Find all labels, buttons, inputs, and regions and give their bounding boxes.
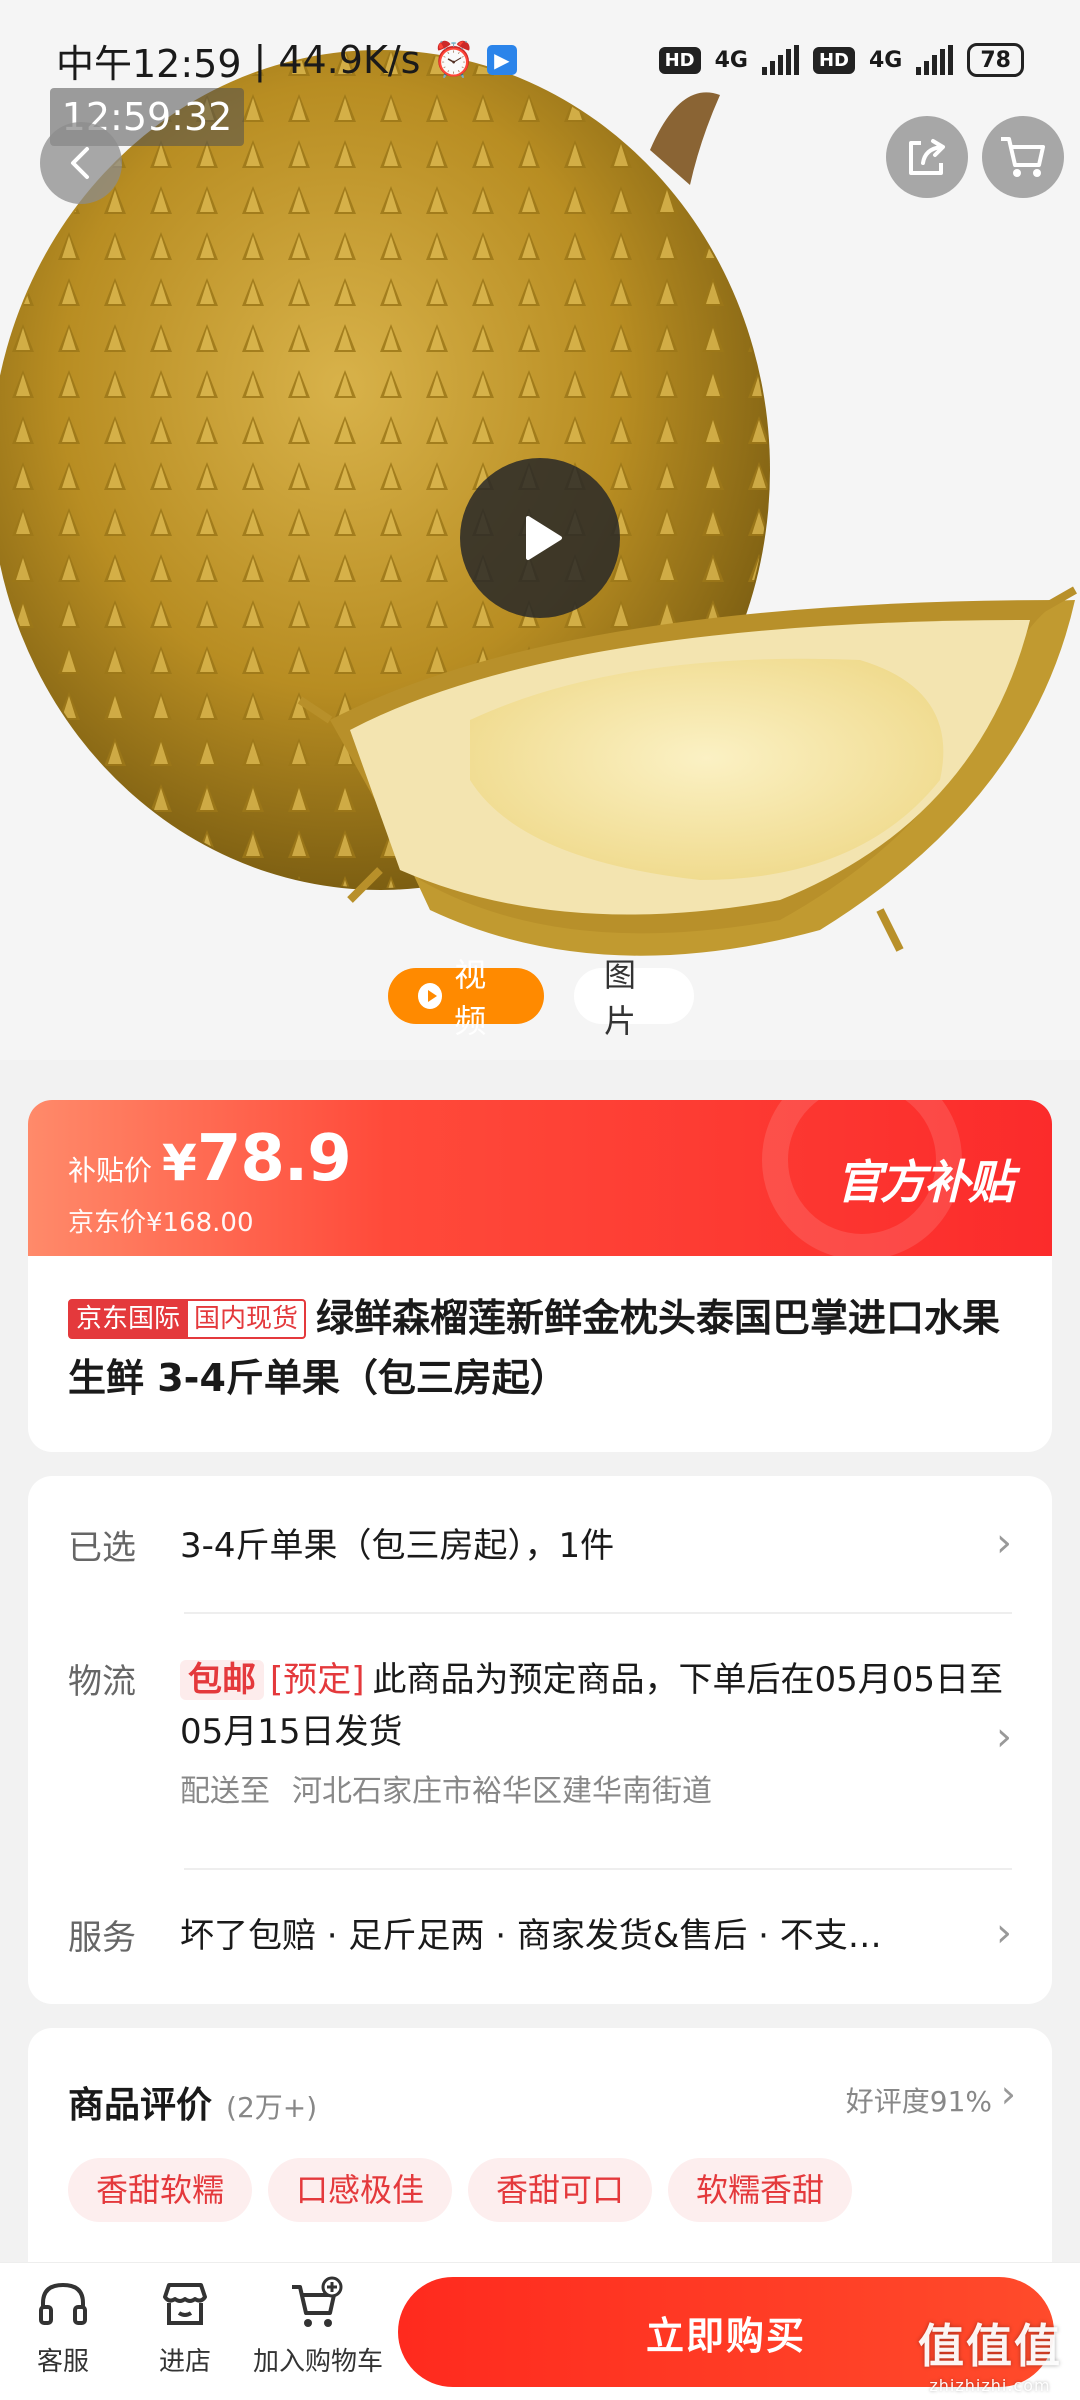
review-tag[interactable]: 口感极佳 <box>268 2158 453 2222</box>
price-label: 补贴价 <box>68 1154 153 1187</box>
site-watermark: 值值值 zhizhizhi.com <box>918 2310 1062 2395</box>
network-type-label-2: 4G <box>869 47 903 73</box>
service-label: 服务 <box>68 1918 136 1958</box>
reviews-title: 商品评价 <box>68 2085 213 2126</box>
price-currency: ¥ <box>162 1134 197 1192</box>
status-time: 中午12:59 <box>56 41 242 86</box>
product-gallery[interactable]: 中午12:59 | 44.9K/s ⏰ ▶ HD 4G HD 4G 78 12:… <box>0 0 1080 1060</box>
share-button[interactable] <box>886 116 968 198</box>
chevron-left-icon <box>71 147 89 179</box>
watermark-domain: zhizhizhi.com <box>929 2376 1051 2395</box>
service-text: 坏了包赔 · 足斤足两 · 商家发货&售后 · 不支… <box>180 1916 882 1956</box>
chevron-right-icon: › <box>996 1520 1012 1566</box>
selected-value: 3-4斤单果（包三房起），1件 <box>180 1526 615 1566</box>
add-to-cart-button[interactable]: 加入购物车 <box>248 2275 388 2378</box>
price-value: 78.9 <box>196 1122 352 1196</box>
net-speed: 44.9K/s <box>278 38 421 82</box>
play-icon <box>526 516 562 560</box>
logistics-label: 物流 <box>68 1662 136 1702</box>
selected-spec-row[interactable]: 已选 3-4斤单果（包三房起），1件 › <box>68 1520 1012 1572</box>
media-tabs: 视频 图片 <box>388 956 694 1040</box>
add-to-cart-label: 加入购物车 <box>252 2347 383 2377</box>
back-button[interactable] <box>40 122 122 204</box>
customer-service-label: 客服 <box>36 2347 89 2377</box>
official-subsidy-logo: 官方补贴 <box>836 1155 1014 1209</box>
review-tags: 香甜软糯 口感极佳 香甜可口 软糯香甜 <box>68 2158 853 2222</box>
reviews-card[interactable]: 商品评价 (2万+) 好评度91% › 香甜软糯 口感极佳 香甜可口 软糯香甜 <box>28 2028 1052 2288</box>
signal-icon-2 <box>916 45 954 75</box>
chevron-right-icon: › <box>996 1910 1012 1956</box>
divider <box>184 1868 1012 1870</box>
headset-icon <box>39 2282 87 2325</box>
add-cart-icon <box>292 2276 343 2327</box>
presale-tag: [预定] <box>270 1660 365 1700</box>
price-banner: 补贴价 ¥ 78.9 京东价¥168.00 官方补贴 <box>28 1100 1052 1256</box>
tab-photo-label: 图片 <box>604 956 637 1040</box>
reviews-header: 商品评价 (2万+) <box>68 2076 317 2128</box>
hd-voice-icon-2: HD <box>812 46 855 74</box>
ship-to-label: 配送至 <box>180 1774 270 1809</box>
cart-button[interactable] <box>982 116 1064 198</box>
enter-store-button[interactable]: 进店 <box>120 2275 250 2378</box>
review-tag[interactable]: 软糯香甜 <box>668 2158 853 2222</box>
positive-rate: 好评度91% <box>845 2085 992 2118</box>
store-icon <box>163 2283 207 2325</box>
product-title: 京东国际 国内现货 绿鲜森榴莲新鲜金枕头泰国巴掌进口水果生鲜 3-4斤单果（包三房起… <box>68 1288 1012 1408</box>
product-title-card: 京东国际 国内现货 绿鲜森榴莲新鲜金枕头泰国巴掌进口水果生鲜 3-4斤单果（包三房起… <box>28 1256 1052 1452</box>
play-video-button[interactable] <box>460 458 620 618</box>
customer-service-button[interactable]: 客服 <box>0 2275 128 2378</box>
signal-icon <box>761 45 799 75</box>
original-price: 京东价¥168.00 <box>68 1208 254 1238</box>
free-shipping-tag: 包邮 <box>180 1660 264 1700</box>
alarm-icon: ⏰ <box>432 40 475 80</box>
chevron-right-icon: › <box>1000 2072 1016 2116</box>
logistics-text-line: 包邮 [预定] 此商品为预定商品，下单后在05月05日至05月15日发货 <box>180 1654 1012 1758</box>
reviews-count: (2万+) <box>226 2091 318 2124</box>
logistics-row[interactable]: 物流 包邮 [预定] 此商品为预定商品，下单后在05月05日至05月15日发货 配送… <box>68 1654 1012 1814</box>
tab-photo[interactable]: 图片 <box>574 956 694 1040</box>
service-row[interactable]: 服务 坏了包赔 · 足斤足两 · 商家发货&售后 · 不支… › <box>68 1910 1012 1962</box>
jd-international-badge: 京东国际 <box>68 1299 189 1339</box>
watermark-logo: 值值值 <box>918 2319 1062 2373</box>
shopping-cart-icon <box>1001 137 1045 177</box>
address-text: 河北石家庄市裕华区建华南街道 <box>292 1774 712 1809</box>
tab-video-label: 视频 <box>454 956 487 1040</box>
subsidy-price: 补贴价 ¥ 78.9 <box>68 1122 352 1196</box>
hd-voice-icon: HD <box>658 46 701 74</box>
play-circle-icon <box>418 983 443 1009</box>
share-icon <box>909 139 945 175</box>
review-tag[interactable]: 香甜软糯 <box>68 2158 253 2222</box>
review-tag[interactable]: 香甜可口 <box>468 2158 653 2222</box>
tab-video[interactable]: 视频 <box>388 956 544 1040</box>
divider <box>184 1612 1012 1614</box>
delivery-address: 配送至 河北石家庄市裕华区建华南街道 <box>180 1770 1012 1814</box>
purchase-info-card: 已选 3-4斤单果（包三房起），1件 › 物流 包邮 [预定] 此商品为预定商品，下… <box>28 1476 1052 2004</box>
battery-icon: 78 <box>967 43 1024 77</box>
network-type-label: 4G <box>714 47 748 73</box>
app-notification-icon: ▶ <box>486 45 517 75</box>
selected-label: 已选 <box>68 1528 136 1568</box>
chevron-right-icon: › <box>996 1714 1012 1760</box>
domestic-stock-badge: 国内现货 <box>188 1299 307 1339</box>
logistics-body: 包邮 [预定] 此商品为预定商品，下单后在05月05日至05月15日发货 配送至 河北… <box>180 1654 1012 1814</box>
enter-store-label: 进店 <box>158 2347 211 2377</box>
